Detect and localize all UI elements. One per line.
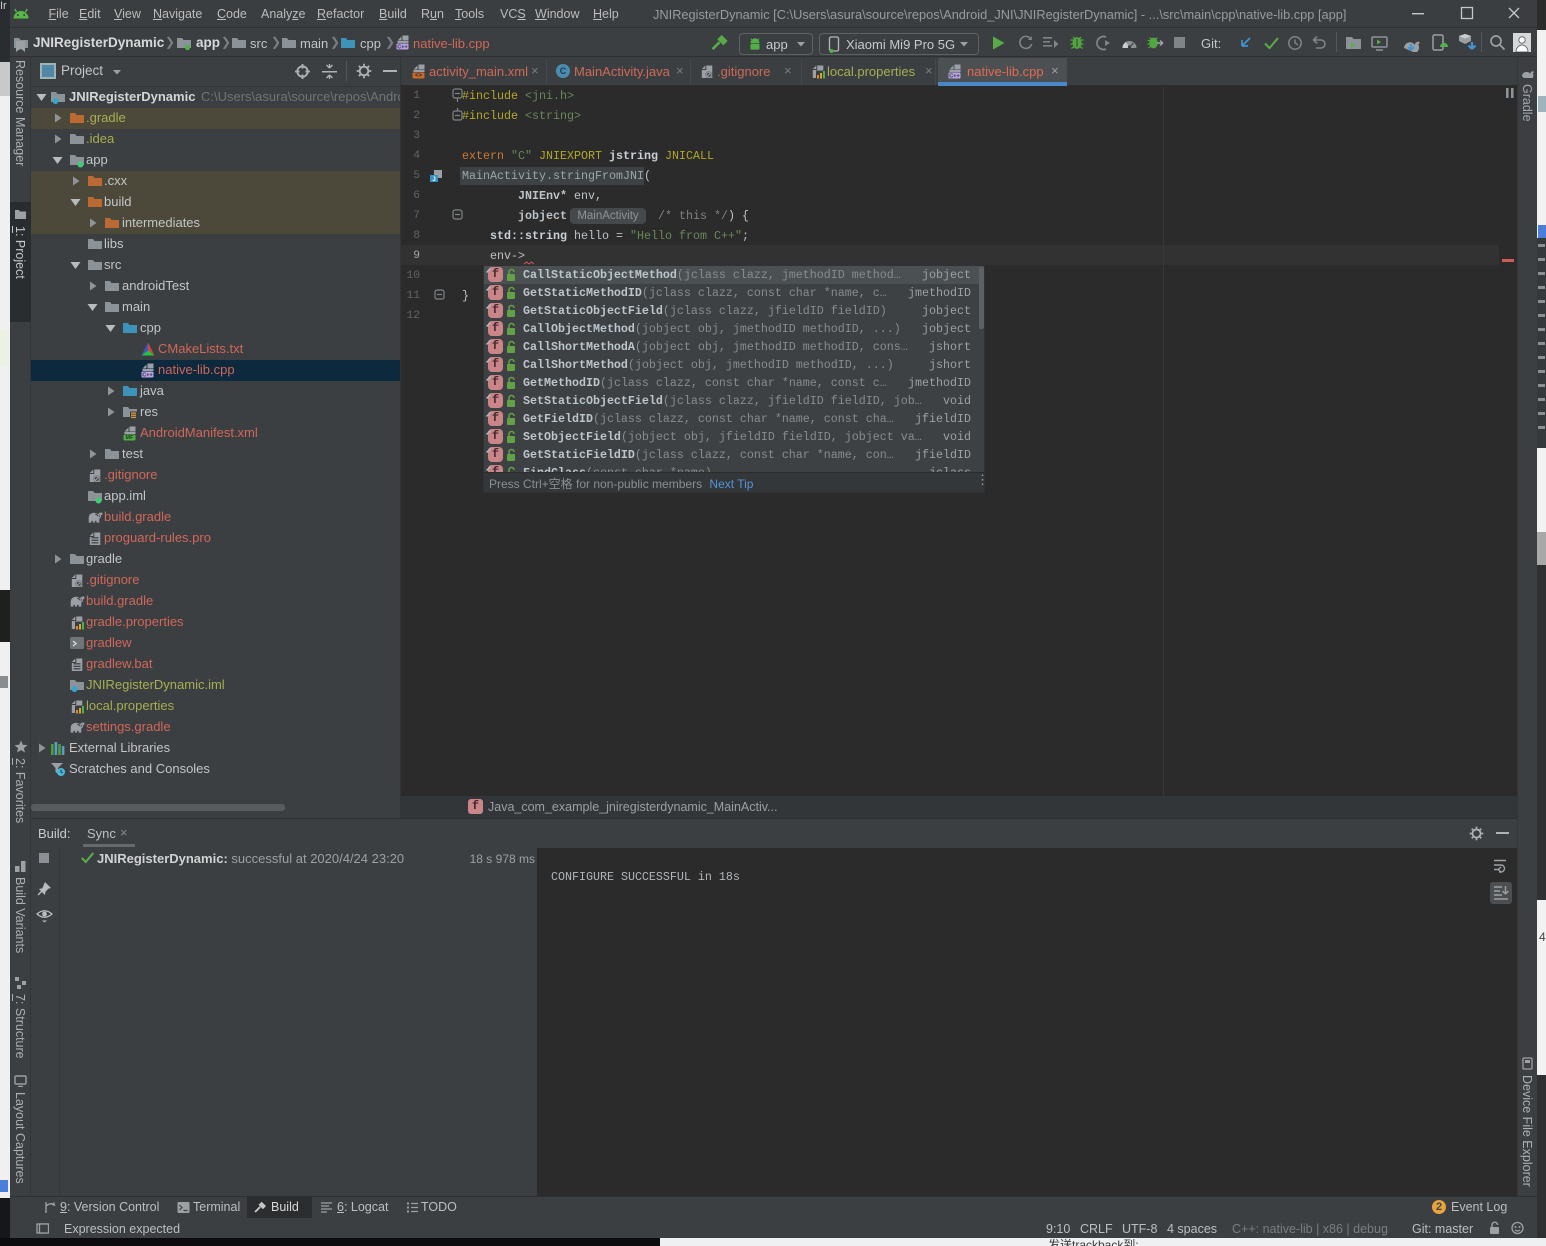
- svg-text:C: C: [560, 66, 567, 76]
- svg-text:<>: <>: [415, 73, 423, 79]
- svg-text:J: J: [432, 177, 435, 183]
- svg-text:MF: MF: [126, 435, 135, 441]
- svg-text:C++: C++: [397, 44, 407, 50]
- svg-text:C++: C++: [142, 372, 152, 378]
- svg-text:C++: C++: [949, 73, 959, 79]
